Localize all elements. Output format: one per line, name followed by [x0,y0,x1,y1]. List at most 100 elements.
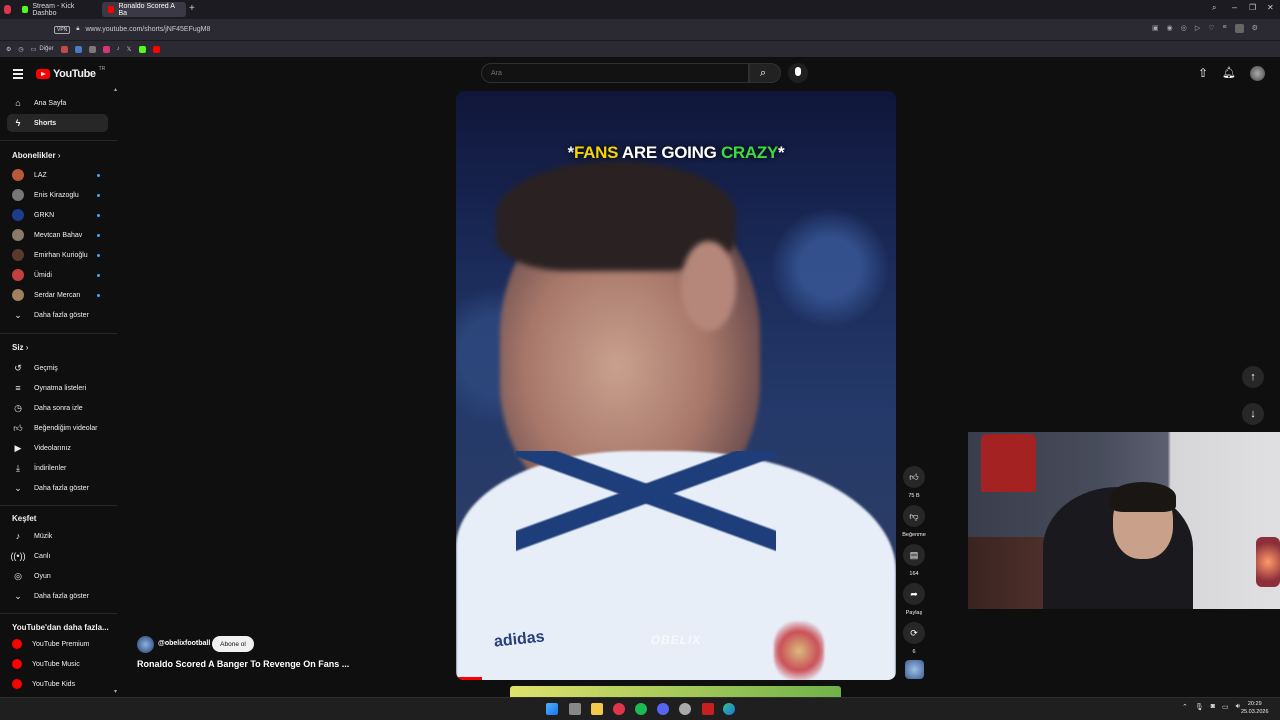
tiktok-icon[interactable]: ♪ [117,46,120,52]
share-icon[interactable]: ➦ [903,583,925,605]
account-avatar[interactable] [1250,66,1265,81]
gear-icon[interactable]: ⚙ [6,46,11,53]
snapshot-icon[interactable]: ▣ [1152,24,1159,33]
profile-icon[interactable] [1234,24,1244,33]
volume-icon[interactable]: 🔊︎ [1236,703,1240,711]
sidebar-subscription[interactable]: Emirhan Kurioğlu [7,246,108,264]
new-tab-button[interactable]: + [189,3,195,14]
sidebar-item-gaming[interactable]: ◎ Oyun [7,567,108,585]
sidebar-item-live[interactable]: ((•)) Canlı [7,547,108,565]
extensions-icons[interactable]: ▣ ◉ ◎ ▷ ♡ ≡ ⚙ [1152,24,1258,33]
sidebar-item-liked[interactable]: 👍︎ Beğendiğim videolar [7,419,108,437]
channel-handle[interactable]: @obelixfootball [158,640,210,647]
bookmark-icon[interactable] [74,45,82,53]
next-short-button[interactable]: ↓ [1242,403,1264,425]
sidebar-subscription[interactable]: GRKN [7,206,108,224]
subscriptions-heading[interactable]: Abonelikler › [12,151,60,160]
shield-icon[interactable]: ◎ [1181,24,1187,33]
file-explorer-icon[interactable] [591,703,603,715]
spotify-icon[interactable] [635,703,647,715]
channel-avatar[interactable] [137,636,154,653]
maximize-button[interactable]: ❐ [1249,3,1256,12]
sidebar-item-watch-later[interactable]: ◷ Daha sonra izle [7,399,108,417]
sidebar-scroll-up-icon[interactable]: ▴ [114,86,117,93]
windows-start-icon[interactable] [546,703,558,715]
sidebar-item-home[interactable]: ⌂ Ana Sayfa [7,94,108,112]
youtube-logo[interactable]: YouTube TR [36,66,105,80]
instagram-icon[interactable] [102,45,110,53]
taskbar-clock[interactable]: 20:29 25.03.2026 [1241,700,1269,716]
mic-icon[interactable]: 🎙︎ [1195,703,1204,711]
close-button[interactable]: ✕ [1267,3,1274,12]
comments-action[interactable]: ▤ 164 [903,544,925,577]
previous-short-button[interactable]: ↑ [1242,366,1264,388]
play-icon[interactable]: ▷ [1195,24,1200,33]
subscribe-button[interactable]: Abone ol [212,636,254,652]
remix-icon[interactable]: ⟳ [903,622,925,644]
discord-icon[interactable] [657,703,669,715]
camera-icon[interactable]: ◉ [1167,24,1173,33]
search-input[interactable] [481,63,749,83]
sidebar-item-shorts[interactable]: ϟ Shorts [7,114,108,132]
heart-icon[interactable]: ♡ [1208,24,1214,33]
short-title[interactable]: Ronaldo Scored A Banger To Revenge On Fa… [137,659,349,669]
tab-youtube-short[interactable]: Ronaldo Scored A Ba [102,2,186,17]
sidebar-item-music[interactable]: ♪ Müzik [7,527,108,545]
notifications-icon[interactable]: 🔔︎ [1222,66,1236,79]
chevron-up-icon[interactable]: ⌃ [1182,703,1188,711]
kick-bookmark-icon[interactable] [138,45,146,53]
show-more-subscriptions[interactable]: ⌄ Daha fazla göster [7,306,108,324]
bookmark-icon[interactable] [60,45,68,53]
app-icon[interactable] [702,703,714,715]
remix-action[interactable]: ⟳ 6 [903,622,925,655]
network-icon[interactable]: ▭ [1222,703,1229,711]
settings-icon[interactable]: ⚙ [1252,24,1258,33]
show-more-explore[interactable]: ⌄ Daha fazla göster [7,587,108,605]
upload-icon[interactable]: ⇧ [1198,66,1208,80]
sidebar-scroll-down-icon[interactable]: ▾ [114,688,117,695]
sidebar-subscription[interactable]: Ümidi [7,266,108,284]
menu-icon[interactable]: ≡ [1223,24,1227,33]
sidebar-item-history[interactable]: ↺ Geçmiş [7,359,108,377]
sidebar-item-youtube-kids[interactable]: YouTube Kids [7,675,108,693]
like-action[interactable]: 👍︎ 75 B [903,466,925,499]
sound-thumbnail[interactable] [905,660,924,679]
steam-icon[interactable] [679,703,691,715]
sidebar-subscription[interactable]: Mevtcan Bahav [7,226,108,244]
hamburger-menu-icon[interactable] [13,69,23,81]
sidebar-subscription[interactable]: Enis Kirazoglu [7,186,108,204]
sidebar-item-youtube-premium[interactable]: YouTube Premium [7,635,108,653]
sidebar-item-downloads[interactable]: ⤓ İndirilenler [7,459,108,477]
edge-icon[interactable] [723,703,735,715]
sidebar-item-playlists[interactable]: ≡ Oynatma listeleri [7,379,108,397]
sidebar-subscription[interactable]: Serdar Mercan [7,286,108,304]
short-video-player[interactable]: adidas *FANS ARE GOING CRAZY* OBELIX [456,91,896,680]
comment-icon[interactable]: ▤ [903,544,925,566]
x-icon[interactable]: 𝕏 [127,46,132,53]
bookmark-icon[interactable] [88,45,96,53]
task-view-icon[interactable] [569,703,581,715]
share-action[interactable]: ➦ Paylaş [903,583,925,616]
history-icon[interactable]: ◷ [18,46,23,53]
voice-search-button[interactable] [788,63,808,83]
browser-menu-icon[interactable] [4,5,11,14]
vpn-badge[interactable]: VPN [54,25,71,34]
you-heading[interactable]: Siz › [12,343,28,352]
thumbs-down-icon[interactable]: 👎︎ [903,505,925,527]
thumbs-up-icon[interactable]: 👍︎ [903,466,925,488]
dislike-action[interactable]: 👎︎ Beğenme [902,505,926,538]
browser-search-icon[interactable]: ⌕ [1212,3,1216,13]
minimize-button[interactable]: – [1232,2,1237,12]
sidebar-subscription[interactable]: LAZ [7,166,108,184]
tray-icons[interactable]: ⌃ 🎙︎ ◙ ▭ 🔊︎ [1182,703,1240,711]
controller-icon[interactable]: ◙ [1211,703,1215,711]
video-progress-bar[interactable] [456,677,483,680]
show-more-you[interactable]: ⌄ Daha fazla göster [7,479,108,497]
bookmark-folder[interactable]: ▭ Diğer [31,46,54,53]
opera-gx-icon[interactable] [613,703,625,715]
youtube-bookmark-icon[interactable] [152,45,160,53]
sidebar-item-your-videos[interactable]: ▶ Videolarınız [7,439,108,457]
url-field[interactable]: VPN 🔒︎ www.youtube.com/shorts/jNF45EFugM… [50,22,1155,37]
tab-kick-dashboard[interactable]: Stream - Kick Dashbo [16,2,100,17]
sidebar-item-youtube-music[interactable]: YouTube Music [7,655,108,673]
